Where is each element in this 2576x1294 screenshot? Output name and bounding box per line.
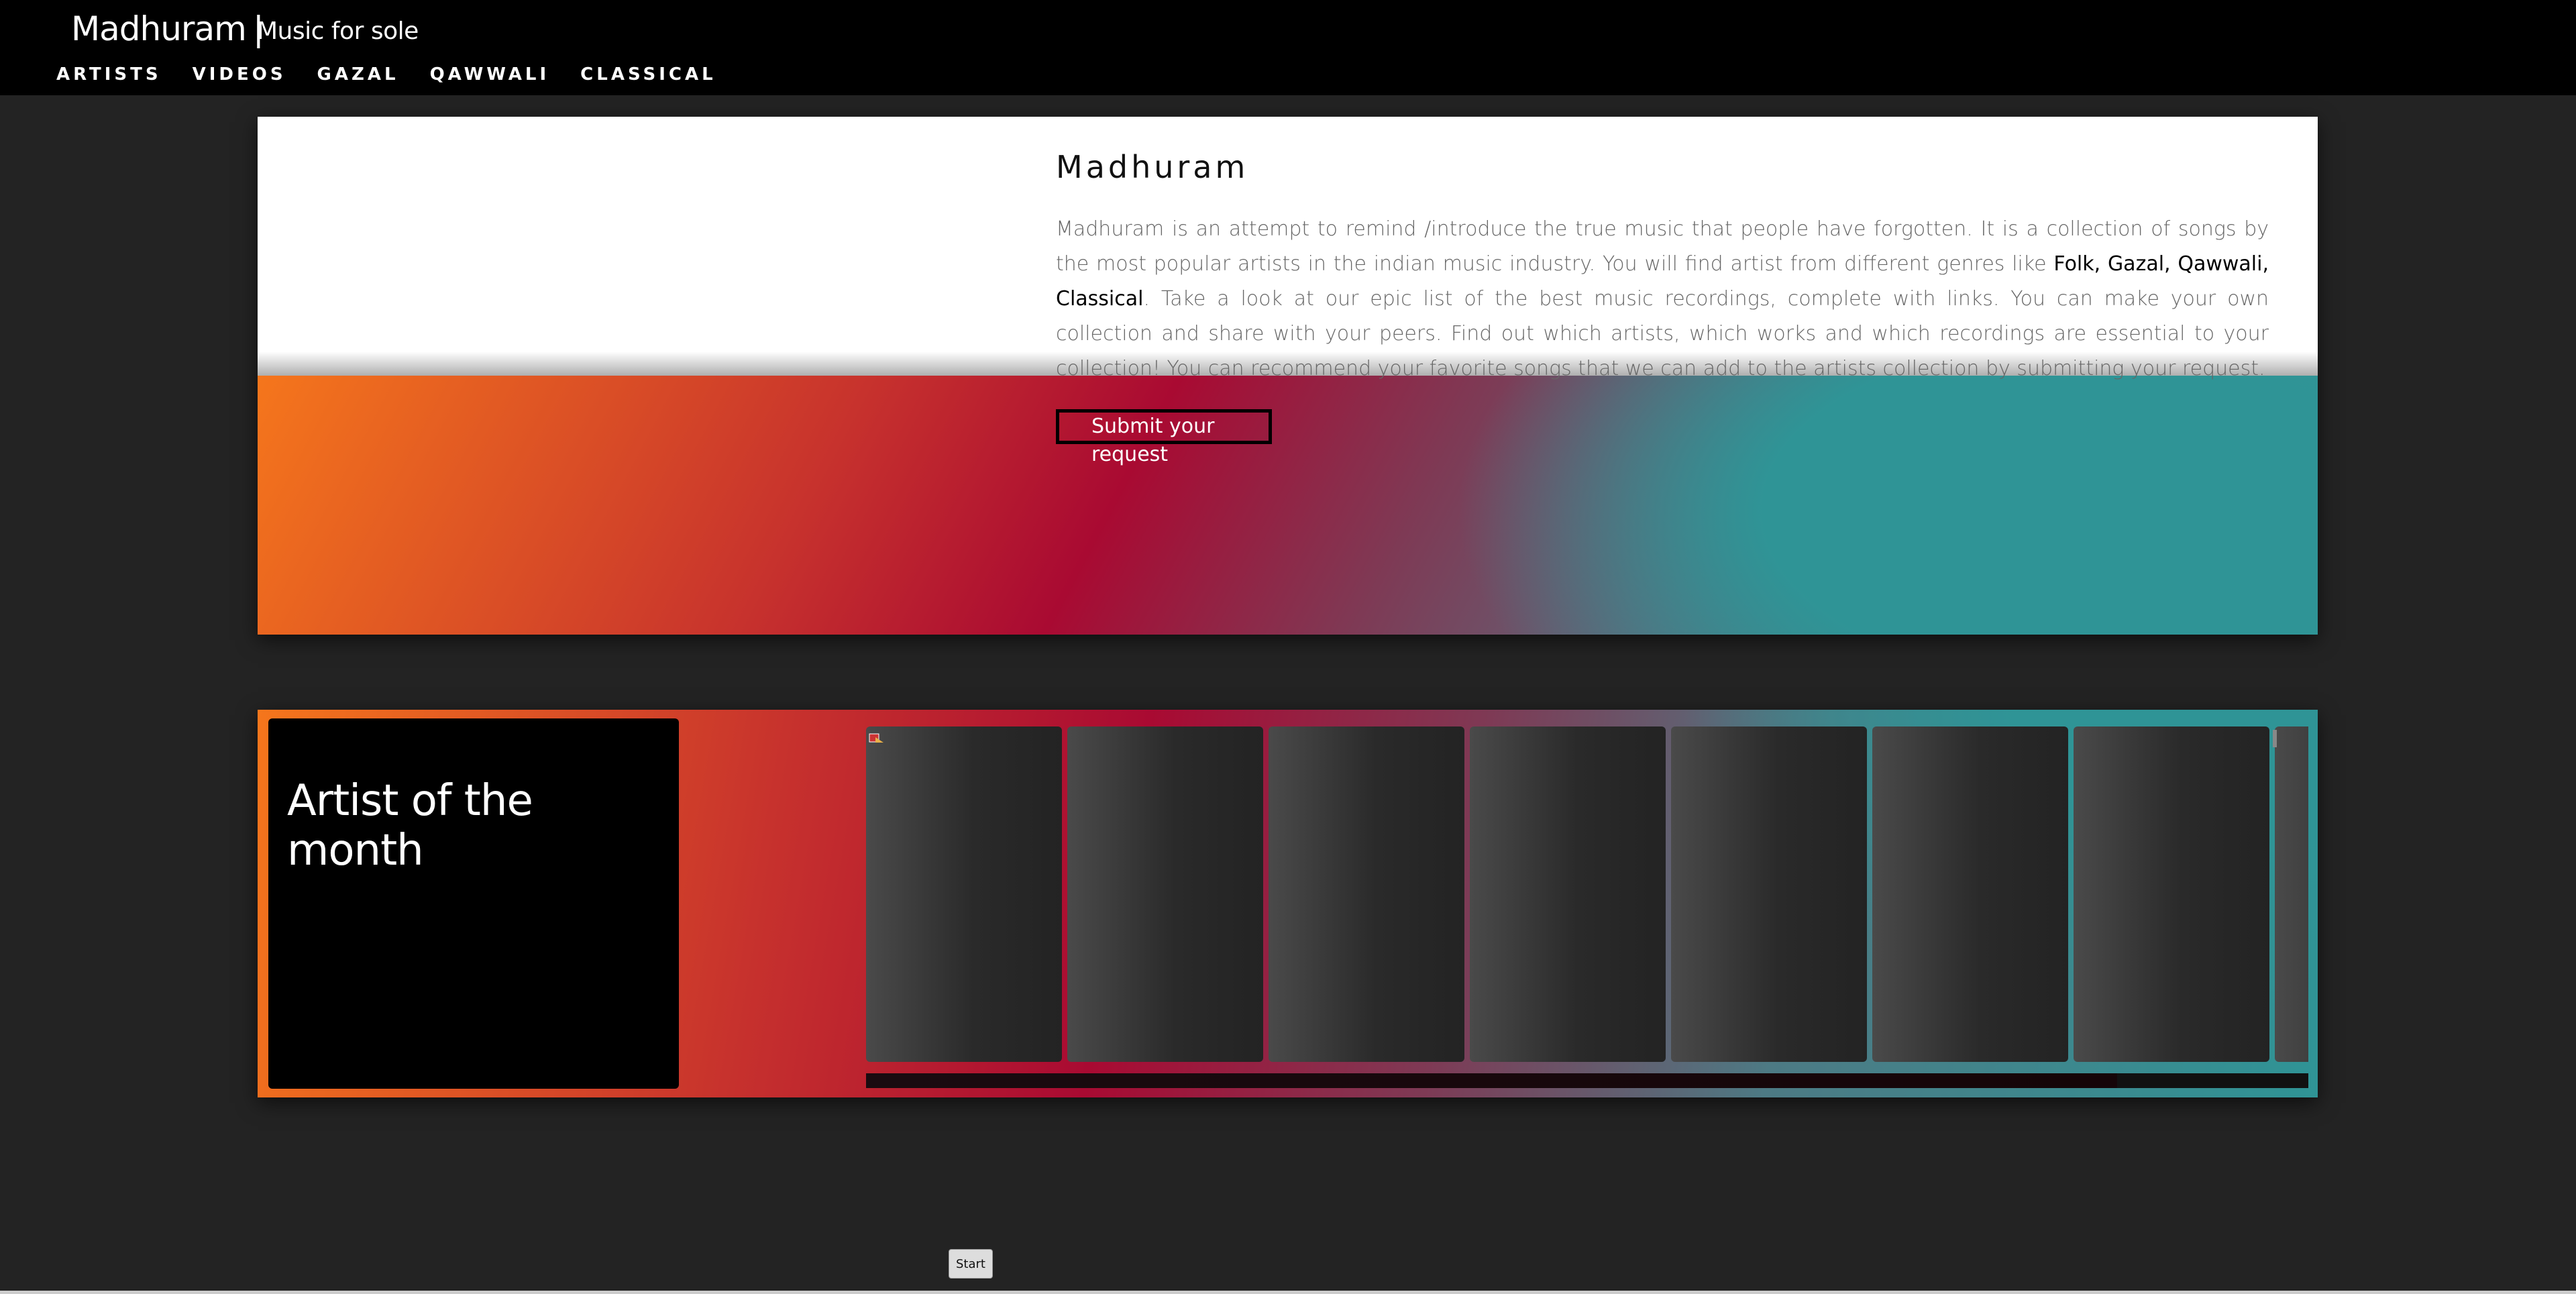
nav-gazal[interactable]: GAZAL xyxy=(317,64,399,85)
artist-card[interactable] xyxy=(2074,726,2269,1062)
artist-of-month-panel: Artist of the month xyxy=(268,718,679,1089)
tagline: Music for sole xyxy=(257,17,419,45)
hero-description: Madhuram is an attempt to remind /introd… xyxy=(1056,212,2269,386)
artist-card[interactable] xyxy=(1872,726,2068,1062)
carousel-scrollbar[interactable] xyxy=(866,1073,2308,1088)
artist-card[interactable] xyxy=(1470,726,1666,1062)
hero-card: Madhuram Madhuram is an attempt to remin… xyxy=(258,117,2318,635)
artist-of-month-section: Artist of the month xyxy=(258,710,2318,1097)
artist-of-month-title: Artist of the month xyxy=(287,776,533,875)
top-bar: Madhuram | Music for sole ARTISTS VIDEOS … xyxy=(0,0,2576,95)
nav-qawwali[interactable]: QAWWALI xyxy=(430,64,550,85)
artist-carousel[interactable] xyxy=(866,726,2308,1062)
brand[interactable]: Madhuram | xyxy=(71,9,264,48)
submit-request-button[interactable]: Submit your request xyxy=(1056,409,1272,466)
brand-name[interactable]: Madhuram xyxy=(71,9,247,48)
artist-card[interactable] xyxy=(1269,726,1464,1062)
hero-text-part2: . Take a look at our epic list of the be… xyxy=(1056,287,2269,380)
mini-scroll-indicator xyxy=(2273,730,2277,747)
nav-videos[interactable]: VIDEOS xyxy=(193,64,286,85)
start-button[interactable]: Start xyxy=(949,1249,993,1279)
carousel-scroll-thumb[interactable] xyxy=(866,1073,2117,1088)
artist-card[interactable] xyxy=(866,726,1062,1062)
nav-classical[interactable]: CLASSICAL xyxy=(580,64,716,85)
main-nav: ARTISTS VIDEOS GAZAL QAWWALI CLASSICAL xyxy=(56,64,716,85)
broken-image-icon xyxy=(869,733,883,743)
artist-card[interactable] xyxy=(1671,726,1867,1062)
hero-title: Madhuram xyxy=(1056,149,1249,185)
hero-gradient-band xyxy=(258,376,2318,635)
artist-card[interactable] xyxy=(1067,726,1263,1062)
bottom-border xyxy=(0,1291,2576,1294)
nav-artists[interactable]: ARTISTS xyxy=(56,64,162,85)
artist-card-partial[interactable] xyxy=(2275,726,2308,1062)
